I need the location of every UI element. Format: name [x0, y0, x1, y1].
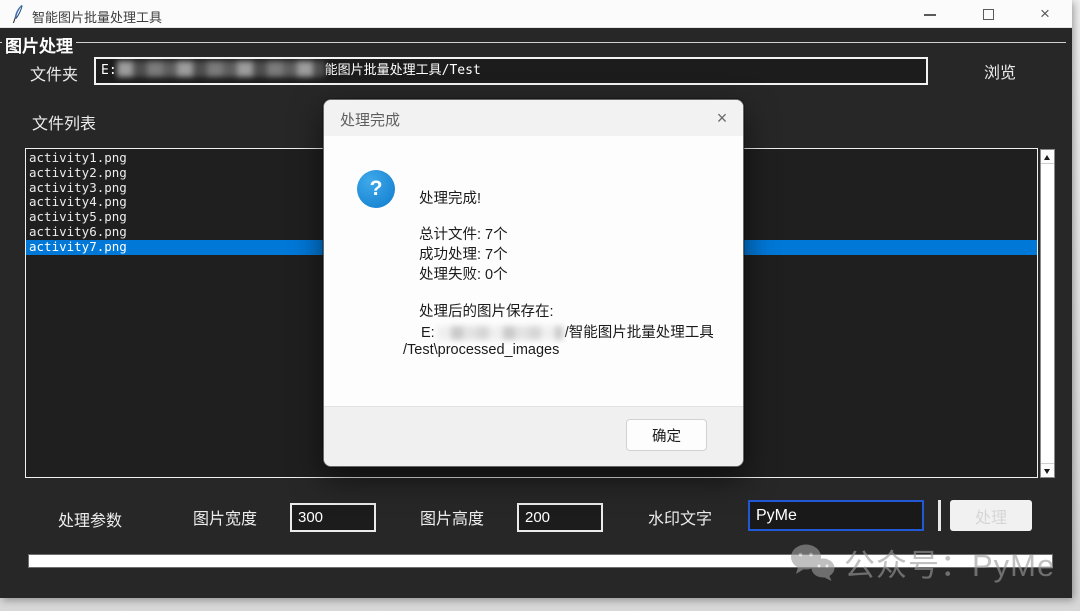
screen: 智能图片批量处理工具 × 图片处理 文件夹 E: 能图片批量处理工具/Test 浏…	[0, 0, 1080, 611]
button-separator	[938, 500, 941, 531]
ok-button[interactable]: 确定	[626, 419, 707, 451]
image-width-label: 图片宽度	[193, 505, 257, 529]
stat-total: 总计文件: 7个	[419, 225, 508, 245]
minimize-button[interactable]	[905, 0, 955, 28]
window-titlebar: 智能图片批量处理工具 ×	[0, 0, 1072, 28]
progress-bar	[28, 554, 1053, 568]
image-height-input[interactable]	[517, 503, 603, 532]
watermark-text-input[interactable]	[748, 500, 924, 531]
close-button[interactable]: ×	[1020, 0, 1070, 28]
dialog-titlebar: 处理完成 ×	[324, 100, 743, 136]
scroll-down-icon	[1044, 469, 1050, 474]
file-list-label: 文件列表	[32, 110, 96, 134]
close-icon: ×	[1020, 0, 1070, 28]
browse-button[interactable]: 浏览	[950, 57, 1050, 85]
redacted-path-segment	[117, 61, 325, 77]
scroll-up-button[interactable]	[1041, 150, 1054, 164]
params-label: 处理参数	[58, 507, 122, 531]
stat-failed: 处理失败: 0个	[419, 265, 508, 285]
minimize-icon	[924, 14, 936, 16]
scroll-up-icon	[1044, 155, 1050, 160]
listbox-scrollbar[interactable]	[1040, 149, 1055, 478]
save-location-label: 处理后的图片保存在:	[419, 300, 554, 321]
feather-app-icon	[10, 4, 26, 24]
folder-label: 文件夹	[30, 61, 78, 85]
completion-dialog: 处理完成 × ? 处理完成! 总计文件: 7个 成功处理: 7个 处理失败: 0…	[323, 99, 744, 467]
dialog-close-icon: ×	[717, 108, 728, 128]
scroll-down-button[interactable]	[1041, 463, 1054, 477]
stat-success: 成功处理: 7个	[419, 245, 508, 265]
dialog-title: 处理完成	[340, 109, 400, 130]
save-path-line2: /Test\processed_images	[403, 342, 559, 358]
image-height-label: 图片高度	[420, 505, 484, 529]
dialog-message: 处理完成!	[419, 187, 481, 208]
redacted-save-path-segment	[437, 326, 563, 340]
save-path-line: E: /智能图片批量处理工具	[421, 321, 714, 342]
watermark-text-label: 水印文字	[648, 505, 712, 529]
save-path-suffix: /智能图片批量处理工具	[565, 325, 714, 341]
maximize-icon	[983, 9, 994, 20]
groupbox-border	[0, 42, 1066, 43]
groupbox-label: 图片处理	[2, 32, 76, 57]
dialog-stats: 总计文件: 7个 成功处理: 7个 处理失败: 0个	[419, 225, 508, 285]
maximize-button[interactable]	[963, 0, 1013, 28]
question-icon: ?	[357, 170, 395, 208]
process-button[interactable]: 处理	[950, 500, 1032, 531]
save-path-prefix: E:	[421, 325, 435, 341]
window-title: 智能图片批量处理工具	[32, 7, 162, 26]
dialog-close-button[interactable]: ×	[707, 104, 737, 132]
dialog-footer: 确定	[324, 406, 743, 466]
image-width-input[interactable]	[290, 503, 376, 532]
folder-path-input[interactable]: E: 能图片批量处理工具/Test	[94, 57, 928, 85]
folder-path-prefix: E:	[101, 63, 117, 78]
folder-path-suffix: 能图片批量处理工具/Test	[325, 63, 481, 78]
